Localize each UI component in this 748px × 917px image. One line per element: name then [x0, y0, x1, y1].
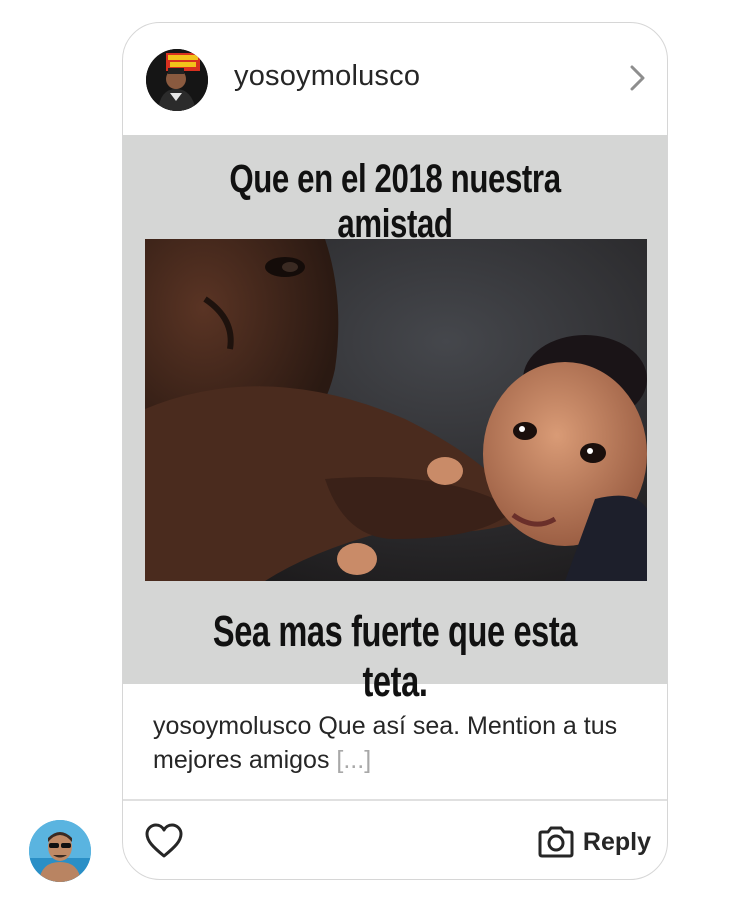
camera-icon: [538, 826, 574, 858]
divider: [123, 799, 667, 801]
reply-label: Reply: [582, 827, 651, 856]
sender-avatar[interactable]: [29, 820, 91, 882]
shared-post-card[interactable]: yosoymolusco Que en el 2018 nuestra amis…: [122, 22, 668, 880]
meme-top-text: Que en el 2018 nuestra amistad: [229, 157, 561, 246]
poster-avatar[interactable]: [146, 49, 208, 111]
post-caption[interactable]: yosoymolusco Que así sea. Mention a tus …: [153, 709, 643, 777]
caption-more-link[interactable]: [...]: [336, 746, 371, 774]
post-header[interactable]: yosoymolusco: [123, 23, 667, 135]
caption-username[interactable]: yosoymolusco: [153, 712, 311, 740]
post-image[interactable]: Que en el 2018 nuestra amistad Sea mas f…: [123, 135, 667, 706]
poster-avatar-image: [146, 49, 208, 111]
meme-photo-image: [145, 239, 647, 581]
heart-outline-icon[interactable]: [145, 823, 183, 859]
sender-avatar-image: [29, 820, 91, 882]
meme-photo: [145, 239, 647, 581]
meme-bottom-text: Sea mas fuerte que esta teta.: [212, 607, 578, 706]
chevron-right-icon[interactable]: [627, 63, 649, 93]
reply-button[interactable]: Reply: [537, 823, 651, 861]
poster-username[interactable]: yosoymolusco: [234, 60, 420, 93]
